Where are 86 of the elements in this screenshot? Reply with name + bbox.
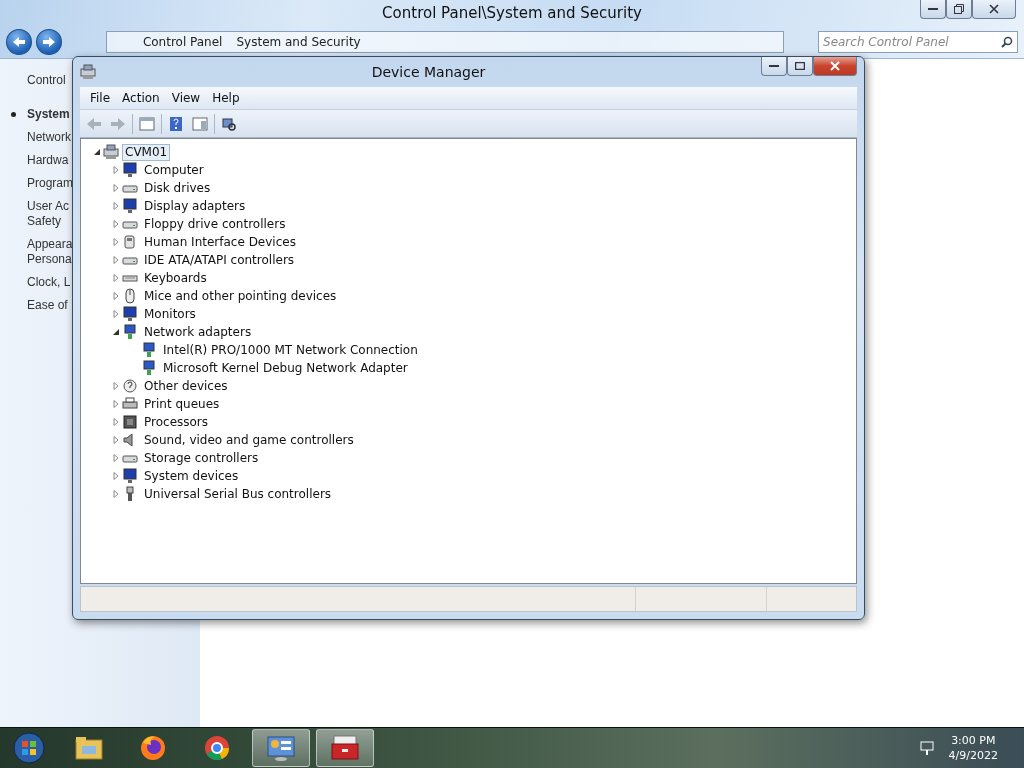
printer-icon bbox=[122, 396, 138, 412]
minimize-button[interactable] bbox=[920, 0, 946, 19]
minimize-button[interactable] bbox=[761, 57, 787, 76]
forward-button[interactable] bbox=[35, 29, 62, 55]
window-title: Device Manager bbox=[370, 64, 487, 80]
forward-arrow-icon bbox=[41, 35, 56, 49]
control-panel-icon bbox=[266, 734, 296, 762]
tree-item[interactable]: Network adapters bbox=[141, 323, 255, 341]
tree-item[interactable]: Keyboards bbox=[141, 269, 210, 287]
clock-time: 3:00 PM bbox=[951, 733, 996, 748]
sidebar-link[interactable]: Appeara Persona bbox=[27, 237, 73, 267]
back-arrow-icon bbox=[86, 115, 102, 132]
tree-item[interactable]: Intel(R) PRO/1000 MT Network Connection bbox=[160, 341, 421, 359]
taskbar-button[interactable] bbox=[252, 729, 310, 767]
help-icon bbox=[168, 115, 184, 132]
menu-item[interactable]: File bbox=[84, 89, 117, 107]
sidebar-link[interactable]: Clock, L bbox=[27, 275, 71, 290]
sidebar-link[interactable]: Ease of bbox=[27, 298, 68, 313]
menu-item[interactable]: View bbox=[165, 89, 207, 107]
tree-item[interactable]: Universal Serial Bus controllers bbox=[141, 485, 335, 503]
tree-item[interactable]: Microsoft Kernel Debug Network Adapter bbox=[160, 359, 411, 377]
network-icon bbox=[141, 342, 157, 358]
toolbox-icon bbox=[330, 734, 360, 762]
tree-item[interactable]: System devices bbox=[141, 467, 242, 485]
folder-icon bbox=[74, 734, 104, 762]
close-icon bbox=[989, 4, 999, 14]
tree-item[interactable]: IDE ATA/ATAPI controllers bbox=[141, 251, 298, 269]
tree-item[interactable]: Computer bbox=[141, 161, 207, 179]
tree-item[interactable]: Floppy drive controllers bbox=[141, 215, 289, 233]
tree-item[interactable]: Sound, video and game controllers bbox=[141, 431, 357, 449]
taskbar-button[interactable] bbox=[316, 729, 374, 767]
sidebar-link[interactable]: Network bbox=[27, 130, 71, 145]
tree-item[interactable]: Other devices bbox=[141, 377, 231, 395]
sidebar-link[interactable]: Hardwa bbox=[27, 153, 69, 168]
monitor-icon bbox=[122, 162, 138, 178]
sidebar-link[interactable]: Control bbox=[27, 73, 66, 87]
restore-button[interactable] bbox=[946, 0, 972, 19]
tree-item[interactable]: Disk drives bbox=[141, 179, 214, 197]
network-icon bbox=[141, 360, 157, 376]
tree-item[interactable]: Storage controllers bbox=[141, 449, 262, 467]
tree-item[interactable]: Human Interface Devices bbox=[141, 233, 299, 251]
browser-icon bbox=[202, 733, 232, 763]
bullet-icon bbox=[11, 112, 16, 117]
window-icon bbox=[139, 115, 155, 132]
monitor-icon bbox=[122, 306, 138, 322]
scan-hardware-icon bbox=[221, 115, 237, 132]
mouse-icon bbox=[122, 288, 138, 304]
menu-item[interactable]: Action bbox=[116, 89, 166, 107]
sidebar-link[interactable]: Program bbox=[27, 176, 73, 191]
search-field[interactable]: Search Control Panel bbox=[818, 31, 1018, 53]
clock-date: 4/9/2022 bbox=[948, 748, 998, 763]
minimize-icon bbox=[928, 7, 938, 11]
search-icon bbox=[1001, 36, 1013, 48]
window-icon bbox=[192, 115, 208, 132]
maximize-icon bbox=[795, 62, 805, 70]
forward-arrow-icon bbox=[110, 115, 126, 132]
breadcrumb-item[interactable]: System and Security bbox=[236, 35, 361, 49]
sidebar-link[interactable]: User Ac Safety bbox=[27, 199, 69, 229]
menu-item[interactable]: Help bbox=[206, 89, 246, 107]
sidebar-link[interactable]: System bbox=[27, 107, 70, 122]
question-icon bbox=[122, 378, 138, 394]
restore-icon bbox=[954, 4, 964, 14]
maximize-button[interactable] bbox=[787, 57, 813, 76]
minimize-icon bbox=[769, 64, 779, 68]
network-icon bbox=[918, 740, 935, 756]
close-button[interactable] bbox=[972, 0, 1016, 19]
breadcrumb-item[interactable]: Control Panel bbox=[142, 35, 223, 49]
network-icon bbox=[122, 324, 138, 340]
tree-item[interactable]: Print queues bbox=[141, 395, 223, 413]
start-orb-icon bbox=[12, 731, 46, 765]
monitor-icon bbox=[122, 468, 138, 484]
back-arrow-icon bbox=[11, 35, 26, 49]
chip-icon bbox=[122, 414, 138, 430]
monitor-icon bbox=[122, 198, 138, 214]
close-icon bbox=[830, 61, 840, 71]
window-title: Control Panel\System and Security bbox=[382, 4, 642, 22]
tree-item[interactable]: Monitors bbox=[141, 305, 199, 323]
tree-item[interactable]: Display adapters bbox=[141, 197, 249, 215]
tree-item[interactable]: CVM01 bbox=[122, 143, 171, 161]
tree-item[interactable]: Processors bbox=[141, 413, 212, 431]
address-bar[interactable]: Control Panel System and Security bbox=[105, 31, 784, 53]
tree-item[interactable]: Mice and other pointing devices bbox=[141, 287, 340, 305]
close-button[interactable] bbox=[813, 57, 857, 76]
browser-icon bbox=[138, 733, 168, 763]
back-button[interactable] bbox=[6, 29, 32, 55]
device-icon bbox=[122, 234, 138, 250]
